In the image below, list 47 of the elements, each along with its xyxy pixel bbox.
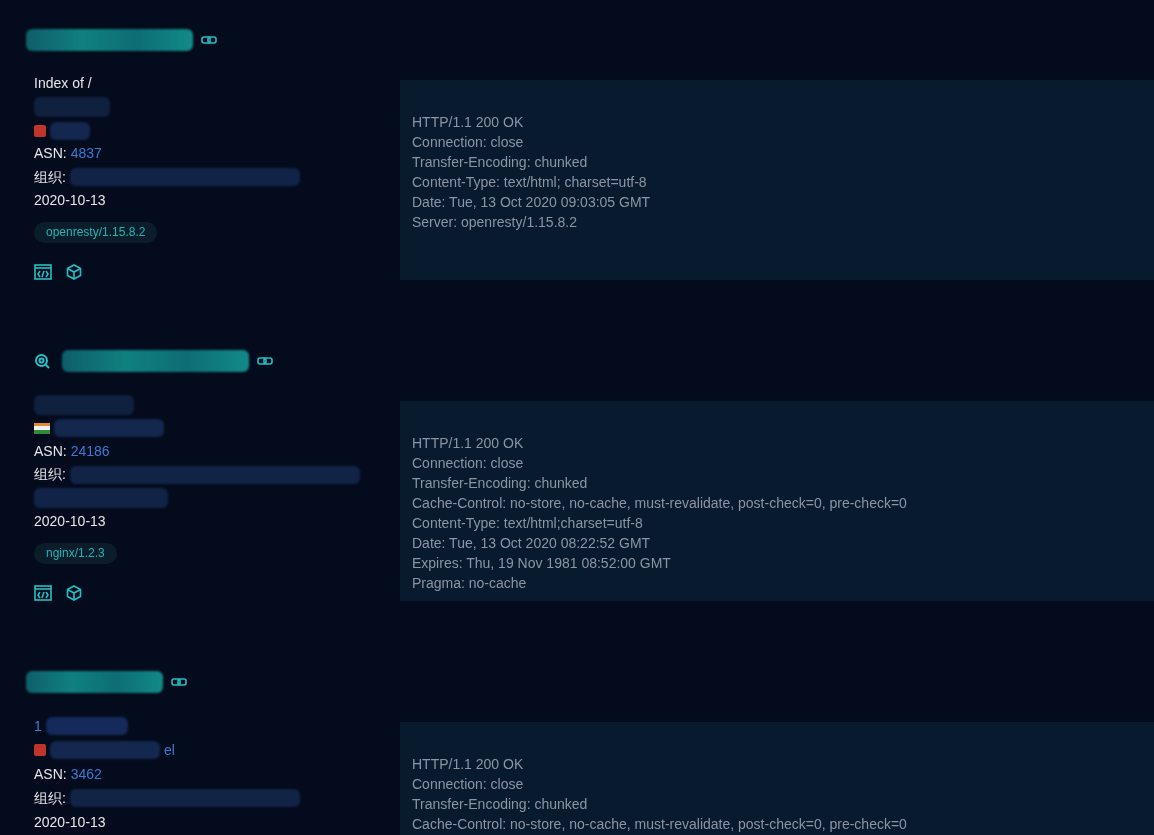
header-line: Transfer-Encoding: chunked xyxy=(412,795,589,814)
date-text: 2020-10-13 xyxy=(34,512,106,532)
organization-label: 组织: xyxy=(34,788,66,808)
date-text: 2020-10-13 xyxy=(34,812,106,832)
flag-icon xyxy=(34,124,46,137)
header-line: Content-Type: text/html; charset=utf-8 xyxy=(412,173,648,192)
flag-icon xyxy=(34,744,46,756)
header-line: Date: Tue, 13 Oct 2020 09:03:05 GMT xyxy=(412,193,652,212)
code-window-icon[interactable] xyxy=(34,264,52,280)
header-line: Connection: close xyxy=(412,775,525,794)
link-icon[interactable] xyxy=(171,677,187,687)
link-icon[interactable] xyxy=(257,356,273,366)
header-line: Date: Tue, 13 Oct 2020 08:22:52 GMT xyxy=(412,534,652,553)
server-tag[interactable]: nginx/1.2.3 xyxy=(34,542,117,564)
code-window-icon[interactable] xyxy=(34,585,52,601)
search-icon[interactable] xyxy=(34,353,50,369)
header-line: Connection: close xyxy=(412,454,525,473)
header-line: HTTP/1.1 200 OK xyxy=(412,434,525,453)
cube-icon[interactable] xyxy=(66,585,82,601)
location-link[interactable]: el xyxy=(164,739,175,761)
header-line: Content-Type: text/html;charset=utf-8 xyxy=(412,514,644,533)
flag-icon xyxy=(34,422,50,434)
asn-label: ASN: xyxy=(34,144,67,164)
link-icon[interactable] xyxy=(201,35,217,45)
header-line: Expires: Thu, 19 Nov 1981 08:52:00 GMT xyxy=(412,554,672,573)
organization-label: 组织: xyxy=(34,167,66,187)
header-line: Cache-Control: no-store, no-cache, must-revalidate, post-check=0, pre-check=0 xyxy=(412,494,908,513)
header-line: Server: openresty/1.15.8.2 xyxy=(412,213,578,232)
header-line: Transfer-Encoding: chunked xyxy=(412,474,589,493)
header-line: HTTP/1.1 200 OK xyxy=(412,755,525,774)
asn-link[interactable]: 3462 xyxy=(70,763,102,785)
header-line: HTTP/1.1 200 OK xyxy=(412,113,525,132)
header-line: Cache-Control: no-store, no-cache, must-revalidate, post-check=0, pre-check=0 xyxy=(412,815,908,834)
cube-icon[interactable] xyxy=(66,264,82,280)
asn-label: ASN: xyxy=(34,764,67,784)
server-tag[interactable]: openresty/1.15.8.2 xyxy=(34,221,158,243)
asn-link[interactable]: 24186 xyxy=(70,441,110,463)
ip-link[interactable]: 1 xyxy=(34,715,42,737)
asn-label: ASN: xyxy=(34,442,67,462)
header-line: Transfer-Encoding: chunked xyxy=(412,153,589,172)
page-title: Index of / xyxy=(34,74,92,94)
header-line: Connection: close xyxy=(412,133,525,152)
asn-link[interactable]: 4837 xyxy=(70,143,102,165)
organization-label: 组织: xyxy=(34,465,66,485)
header-line: Pragma: no-cache xyxy=(412,574,528,593)
date-text: 2020-10-13 xyxy=(34,191,106,211)
redacted-text xyxy=(50,121,90,140)
